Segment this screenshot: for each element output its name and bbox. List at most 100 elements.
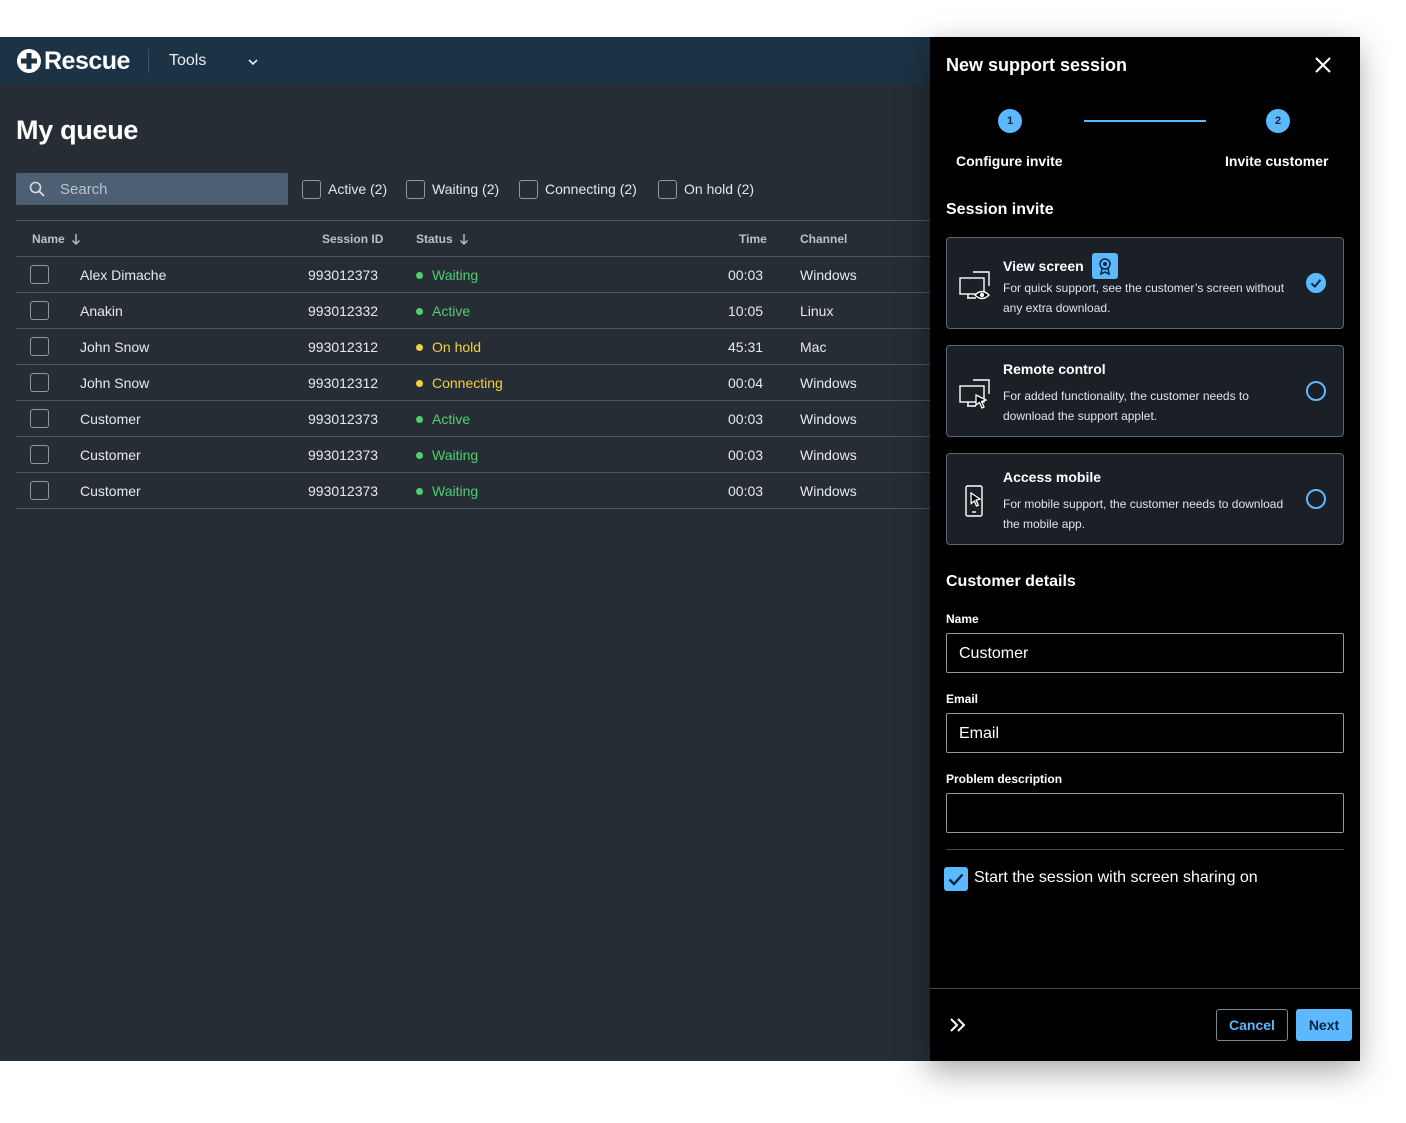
option-view-screen-title-row: View screen: [1003, 253, 1118, 279]
column-name-header[interactable]: Name: [32, 232, 81, 246]
row-checkbox[interactable]: [30, 337, 49, 356]
rescue-plus-icon: [17, 49, 41, 73]
option-access-mobile-title-row: Access mobile: [1003, 469, 1101, 485]
problem-description-label: Problem description: [946, 772, 1063, 786]
column-session-id-label: Session ID: [322, 232, 384, 246]
cancel-button[interactable]: Cancel: [1216, 1009, 1288, 1041]
search-placeholder: Search: [60, 181, 108, 198]
search-icon: [29, 181, 45, 197]
row-time: 00:03: [728, 267, 764, 283]
filter-on-hold-checkbox[interactable]: [658, 179, 677, 199]
row-time: 10:05: [728, 303, 764, 319]
close-icon[interactable]: [1313, 55, 1333, 75]
filter-active[interactable]: Active (2): [302, 179, 387, 199]
column-session-id-header[interactable]: Session ID: [322, 232, 383, 246]
row-time: 00:03: [728, 483, 764, 499]
search-input[interactable]: Search: [16, 173, 288, 205]
row-checkbox[interactable]: [30, 445, 49, 464]
column-time-header[interactable]: Time: [739, 232, 767, 246]
table-body: Alex Dimache 993012373 Waiting 00:03 Windows…: [16, 257, 930, 509]
option-access-mobile[interactable]: Access mobile For mobile support, the cu…: [946, 453, 1344, 545]
table-row[interactable]: Alex Dimache 993012373 Waiting 00:03 Windows: [16, 257, 930, 293]
option-remote-control-radio[interactable]: [1306, 381, 1326, 401]
rescue-logo[interactable]: Rescue: [16, 46, 130, 75]
email-field-placeholder: Email: [959, 725, 1000, 742]
status-dot: [416, 415, 423, 423]
row-status-label: Active: [432, 411, 471, 427]
option-remote-control[interactable]: Remote control For added functionality, …: [946, 345, 1344, 437]
sort-arrow-down-icon: [71, 234, 80, 245]
tools-menu-label[interactable]: Tools: [169, 52, 206, 70]
name-field-label: Name: [946, 612, 979, 626]
page-title: My queue: [16, 115, 139, 145]
new-session-panel: New support session 1 2 Configure invite…: [930, 37, 1360, 1061]
row-session-id: 993012373: [308, 411, 379, 427]
table-row[interactable]: Customer 993012373 Active 00:03 Windows: [16, 401, 930, 437]
customer-details-title: Customer details: [946, 573, 1076, 590]
row-status: Waiting: [416, 267, 478, 283]
column-time-label: Time: [739, 232, 767, 246]
table-row[interactable]: John Snow 993012312 Connecting 00:04 Windows: [16, 365, 930, 401]
table-row[interactable]: Customer 993012373 Waiting 00:03 Windows: [16, 437, 930, 473]
queue-table: Name Session ID Status Time Channel Alex…: [16, 220, 930, 509]
filter-connecting[interactable]: Connecting (2): [519, 179, 637, 199]
problem-description-field[interactable]: [946, 793, 1344, 833]
row-status: Waiting: [416, 483, 478, 499]
status-dot: [416, 487, 423, 495]
row-channel: Windows: [800, 447, 857, 463]
filter-waiting-checkbox[interactable]: [406, 179, 425, 199]
option-access-mobile-description: For mobile support, the customer needs t…: [1003, 497, 1284, 531]
filter-connecting-checkbox[interactable]: [519, 179, 538, 199]
email-field-label: Email: [946, 692, 979, 706]
row-name: Alex Dimache: [80, 267, 167, 283]
check-icon: [1310, 279, 1322, 288]
table-row[interactable]: Anakin 993012332 Active 10:05 Linux: [16, 293, 930, 329]
column-status-header[interactable]: Status: [416, 232, 469, 246]
panel-title: New support session: [946, 55, 1128, 75]
step-2-indicator: 2: [1266, 109, 1290, 133]
filter-waiting[interactable]: Waiting (2): [406, 179, 500, 199]
status-dot: [416, 271, 423, 279]
table-row[interactable]: Customer 993012373 Waiting 00:03 Windows: [16, 473, 930, 509]
column-channel-header[interactable]: Channel: [800, 232, 847, 246]
row-checkbox[interactable]: [30, 301, 49, 320]
row-status: Active: [416, 303, 470, 319]
chevron-down-icon[interactable]: [246, 55, 260, 69]
table-row[interactable]: John Snow 993012312 On hold 45:31 Mac: [16, 329, 930, 365]
option-access-mobile-radio[interactable]: [1306, 489, 1326, 509]
row-status-label: On hold: [432, 339, 482, 355]
filter-on-hold[interactable]: On hold (2): [658, 179, 755, 199]
row-session-id: 993012373: [308, 267, 379, 283]
row-name: Anakin: [80, 303, 123, 319]
footer-divider: [930, 988, 1360, 989]
row-checkbox[interactable]: [30, 481, 49, 500]
row-name: Customer: [80, 411, 141, 427]
name-field[interactable]: Customer: [946, 633, 1344, 673]
logo-text: Rescue: [44, 46, 130, 75]
email-field[interactable]: Email: [946, 713, 1344, 753]
double-chevron-right-icon[interactable]: [949, 1017, 967, 1033]
row-time: 00:03: [728, 447, 764, 463]
row-checkbox[interactable]: [30, 265, 49, 284]
option-view-screen-radio[interactable]: [1306, 273, 1326, 293]
row-checkbox[interactable]: [30, 373, 49, 392]
next-button[interactable]: Next: [1296, 1009, 1352, 1041]
filter-on-hold-label: On hold (2): [684, 181, 755, 197]
row-checkbox[interactable]: [30, 409, 49, 428]
row-status-label: Waiting: [432, 483, 479, 499]
screen-sharing-label[interactable]: Start the session with screen sharing on: [974, 869, 1258, 887]
header-divider: [148, 49, 149, 73]
option-view-screen[interactable]: View screen For quick support, see the c…: [946, 237, 1344, 329]
row-session-id: 993012332: [308, 303, 379, 319]
row-channel: Windows: [800, 375, 857, 391]
filter-connecting-label: Connecting (2): [545, 181, 637, 197]
filter-waiting-label: Waiting (2): [432, 181, 500, 197]
screen-sharing-checkbox[interactable]: [944, 867, 968, 891]
status-dot: [416, 379, 423, 387]
filter-active-checkbox[interactable]: [302, 179, 321, 199]
row-session-id: 993012312: [308, 339, 379, 355]
sort-arrow-down-icon: [459, 234, 468, 245]
table-header: Name Session ID Status Time Channel: [16, 220, 930, 257]
award-badge-icon: [1091, 253, 1118, 279]
step-1-indicator: 1: [998, 109, 1022, 133]
